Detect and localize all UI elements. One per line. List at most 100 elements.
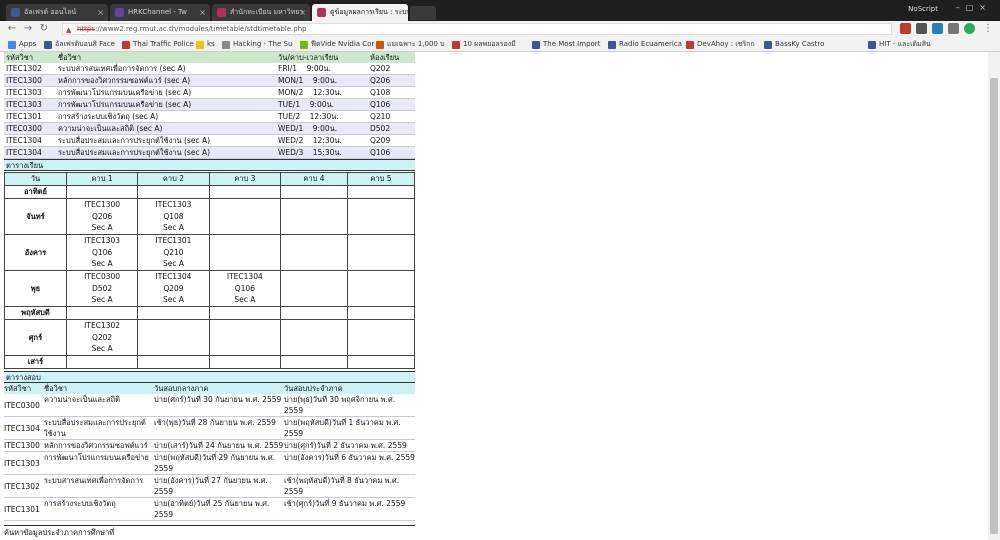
bookmark[interactable]: BassKy Castro — [764, 38, 824, 51]
exam-course-code: ITEC1300 — [4, 439, 44, 452]
exam-course-name: การสร้างระบบเชิงวัตถุ — [44, 497, 154, 521]
address-bar[interactable]: ▲ https://www2.reg.rmut.ac.th/modules/ti… — [62, 23, 892, 35]
timetable-row: จันทร์ ITEC1300 Q206 Sec A ITEC1303 Q108 S… — [4, 198, 416, 235]
browser-chrome: อัลเฟรด์ ออนไลน์ × HRKChannel - Tw × สำน… — [0, 0, 1000, 52]
tab-strip: อัลเฟรด์ ออนไลน์ × HRKChannel - Tw × สำน… — [0, 0, 1000, 21]
tab-3-active[interactable]: ดูข้อมูลผลการเรียน : ระบบ × — [312, 4, 408, 21]
exam-row: ITEC1303 การพัฒนาโปรแกรมบนเครือข่าย บ่าย(พ… — [4, 451, 415, 475]
tab-2[interactable]: สำนักทะเบียน มหาวิทยา × — [212, 4, 310, 21]
page-content: รหัสวิชา ชื่อวิชา วัน/คาบ-เวลาเรียน ห้อง… — [4, 52, 416, 539]
final-date: บ่าย(พฤหัสบดี)วันที่ 1 ธันวาคม พ.ศ. 2559 — [284, 416, 415, 440]
vertical-scrollbar[interactable] — [988, 52, 1000, 540]
exam-course-code: ITEC1301 — [4, 497, 44, 521]
site-icon — [122, 41, 130, 49]
period-cell — [280, 319, 348, 356]
extension-icon[interactable] — [900, 23, 911, 34]
table-row: ITEC1304 ระบบสื่อประสมและการประยุกต์ใช้งา… — [4, 134, 415, 147]
bookmark[interactable]: แมเฉพาะ 1,000 บ — [376, 38, 445, 51]
col-header: ชื่อวิชา — [56, 52, 276, 63]
bookmark[interactable]: อัลเฟรดิบอนสิ Face — [44, 38, 115, 51]
bookmark[interactable]: Hacking - The Su — [222, 38, 292, 51]
col-header: ห้องเรียน — [368, 52, 415, 63]
course-time: MON/2 12:30น. — [276, 86, 368, 99]
course-room: Q210 — [368, 110, 415, 123]
col-header: ชื่อวิชา — [44, 383, 154, 394]
table-row: ITEC1304 ระบบสื่อประสมและการประยุกต์ใช้งา… — [4, 146, 415, 159]
period-cell — [346, 306, 416, 320]
day-label: อาทิตย์ — [4, 185, 67, 199]
course-time: TUE/2 12:30น. — [276, 110, 368, 123]
course-name: ความน่าจะเป็นและสถิติ (sec A) — [56, 122, 276, 135]
course-code: ITEC1303 — [4, 86, 56, 99]
exam-course-name: ความน่าจะเป็นและสถิติ — [44, 394, 154, 417]
close-icon[interactable]: × — [397, 4, 404, 21]
warning-icon: ▲ — [66, 26, 72, 34]
scrollbar-thumb[interactable] — [990, 78, 998, 534]
reload-icon[interactable]: ↻ — [38, 23, 50, 35]
timetable-row: พฤหัสบดี — [4, 306, 416, 320]
site-icon — [452, 41, 460, 49]
final-date: บ่าย(ศุกร์)วันที่ 2 ธันวาคม พ.ศ. 2559 — [284, 439, 415, 452]
menu-icon[interactable]: ⋮ — [982, 23, 994, 35]
site-icon — [217, 8, 226, 17]
table-row: ITEC0300 ความน่าจะเป็นและสถิติ (sec A) WED… — [4, 122, 415, 135]
extension-icon[interactable] — [948, 23, 959, 34]
close-icon[interactable]: × — [299, 4, 306, 21]
url-path: ://www2.reg.rmut.ac.th/modules/timetable… — [95, 25, 307, 33]
exam-row: ITEC1304 ระบบสื่อประสมและการประยุกต์ใช้งา… — [4, 416, 415, 440]
registered-courses-table: รหัสวิชา ชื่อวิชา วัน/คาบ-เวลาเรียน ห้อง… — [4, 52, 415, 159]
course-code: ITEC1304 — [4, 146, 56, 159]
bookmark[interactable]: 10 ผลพยอลรองมี — [452, 38, 516, 51]
exam-course-code: ITEC0300 — [4, 394, 44, 417]
extension-icon[interactable] — [916, 23, 927, 34]
course-name: ระบบสื่อประสมและการประยุกต์ใช้งาน (sec A… — [56, 134, 276, 147]
midterm-date: บ่าย(เสาร์)วันที่ 24 กันยายน พ.ศ. 2559 — [154, 439, 284, 452]
noscript-label: NoScript — [908, 5, 938, 13]
col-header: คาบ 2 — [137, 172, 210, 186]
exam-course-code: ITEC1303 — [4, 451, 44, 475]
bookmark[interactable]: Thai Traffic Police — [122, 38, 194, 51]
new-tab-button[interactable] — [410, 6, 436, 20]
table-row: ITEC1302 ระบบสารสนเทศเพื่อการจัดการ (sec … — [4, 63, 415, 75]
bookmark[interactable]: ks — [196, 38, 215, 51]
course-room: Q202 — [368, 63, 415, 75]
period-cell — [346, 270, 416, 307]
extension-icon[interactable] — [932, 23, 943, 34]
site-icon — [532, 41, 540, 49]
bookmark-apps[interactable]: Apps — [8, 38, 36, 51]
extension-icon[interactable] — [964, 23, 975, 34]
back-icon[interactable]: ← — [6, 23, 18, 35]
table-header-row: รหัสวิชา ชื่อวิชา วันสอบกลางภาค วันสอบปร… — [4, 383, 415, 394]
site-icon — [868, 41, 876, 49]
bookmark[interactable]: HIT - และเติมสิน — [868, 38, 931, 51]
period-cell: ITEC0300 D502 Sec A — [65, 270, 139, 307]
period-cell — [280, 198, 348, 235]
bookmark[interactable]: The Most Import — [532, 38, 600, 51]
bookmark[interactable]: Radio Ecuamerica — [608, 38, 682, 51]
timetable-title: ตารางเรียน — [4, 159, 415, 171]
facebook-icon — [764, 41, 772, 49]
course-code: ITEC1304 — [4, 134, 56, 147]
course-room: Q209 — [368, 134, 415, 147]
col-header: วัน/คาบ-เวลาเรียน — [276, 52, 368, 63]
period-cell: ITEC1304 Q209 Sec A — [137, 270, 210, 307]
period-cell — [137, 319, 210, 356]
final-date: บ่าย(อังคาร)วันที่ 6 ธันวาคม พ.ศ. 2559 — [284, 451, 415, 475]
tab-0[interactable]: อัลเฟรด์ ออนไลน์ × — [6, 4, 108, 21]
bookmark[interactable]: ฟีดVide Nvidia Cor — [300, 38, 374, 51]
forward-icon[interactable]: → — [22, 23, 34, 35]
course-code: ITEC0300 — [4, 122, 56, 135]
exam-course-name: ระบบสื่อประสมและการประยุกต์ใช้งาน — [44, 416, 154, 440]
col-header: รหัสวิชา — [4, 383, 44, 394]
period-cell — [346, 355, 416, 369]
close-icon[interactable]: × — [199, 4, 206, 21]
final-date: เช้า(ศุกร์)วันที่ 9 ธันวาคม พ.ศ. 2559 — [284, 497, 415, 521]
period-cell: ITEC1303 Q106 Sec A — [65, 234, 139, 271]
col-header: คาบ 5 — [346, 172, 416, 186]
tab-1[interactable]: HRKChannel - Tw × — [110, 4, 210, 21]
window-controls[interactable]: –□× — [956, 3, 992, 12]
close-icon[interactable]: × — [97, 4, 104, 21]
bookmark[interactable]: DevAhoy : เขริกก — [686, 38, 755, 51]
period-cell: ITEC1302 Q202 Sec A — [65, 319, 139, 356]
final-date: เช้า(พฤหัสบดี)วันที่ 8 ธันวาคม พ.ศ. 2559 — [284, 474, 415, 498]
